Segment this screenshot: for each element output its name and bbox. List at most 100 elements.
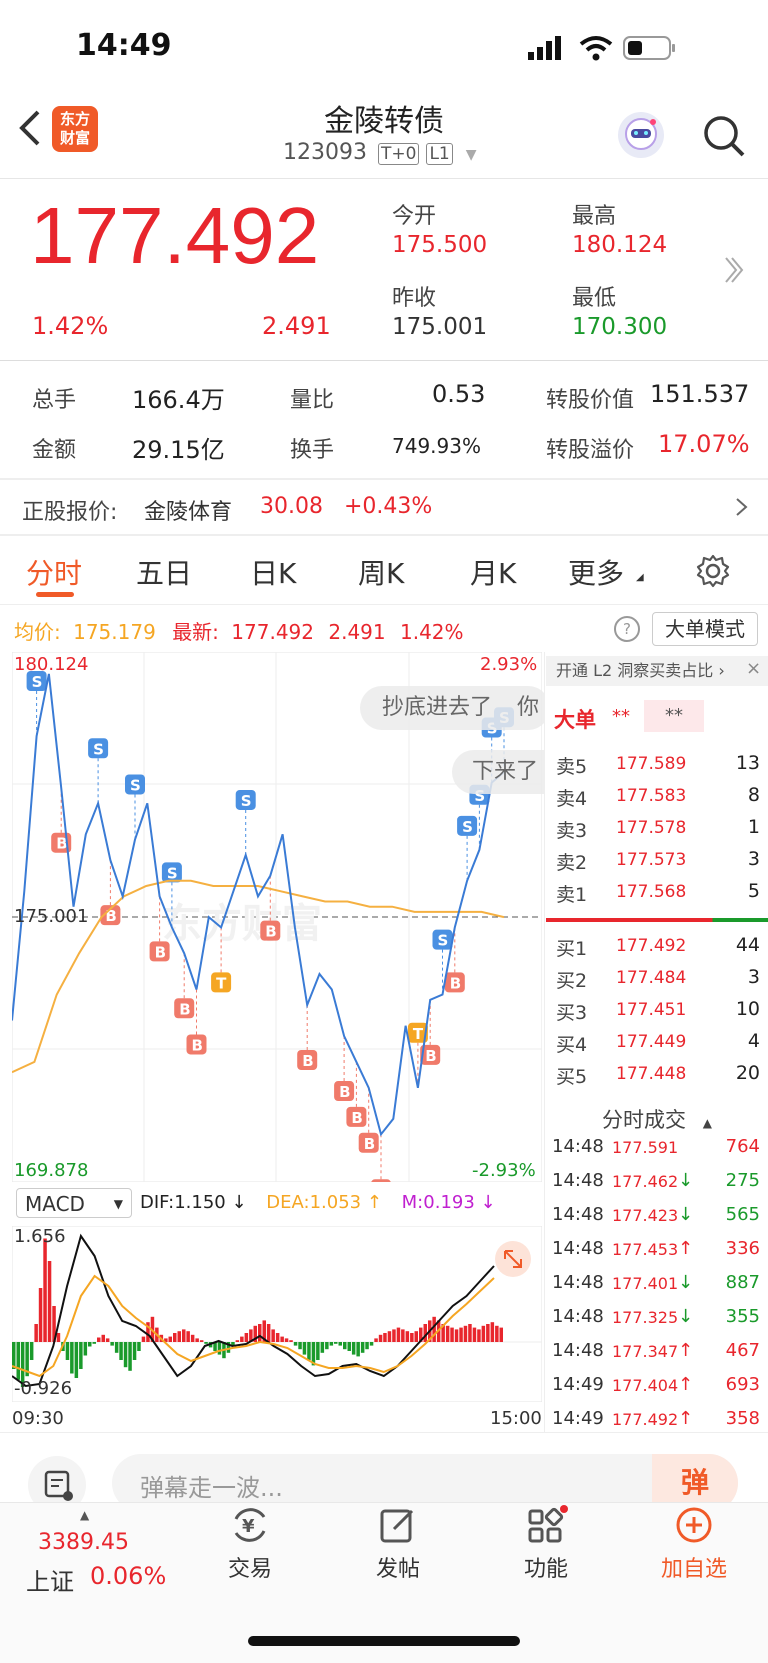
settings-gear-icon[interactable] [696, 554, 730, 592]
trade-volume: 565 [725, 1204, 760, 1225]
latest-pct: 1.42% [400, 620, 464, 644]
macd-label: MACD [25, 1192, 85, 1216]
low-value: 170.300 [572, 314, 668, 340]
macd-bar [173, 1333, 177, 1342]
macd-bar [307, 1342, 311, 1360]
macd-bar [217, 1342, 222, 1355]
macd-bar [396, 1327, 401, 1342]
marker-letter: B [351, 1109, 362, 1127]
trade-price: 177.453 [612, 1240, 679, 1259]
nav-trade-label: 交易 [227, 1557, 272, 1582]
marker-letter: T [216, 974, 227, 992]
search-icon[interactable] [702, 114, 746, 162]
expand-chevron-icon[interactable] [722, 252, 746, 292]
macd-bar [334, 1342, 338, 1344]
m-value: 0.193 [423, 1192, 475, 1213]
tab-more[interactable]: 更多 [568, 552, 624, 592]
ask-volume: 8 [747, 784, 760, 806]
high-value: 180.124 [572, 232, 668, 258]
tab-intraday[interactable]: 分时 [26, 552, 82, 592]
index-pct: 0.06% [90, 1562, 167, 1590]
index-name: 上证 [26, 1568, 74, 1596]
security-code-row[interactable]: 123093 T+0 L1 ▼ [283, 140, 477, 165]
l2-banner-text: 开通 L2 洞察买卖占比 [556, 661, 714, 680]
battery-icon [622, 34, 678, 66]
macd-bar [186, 1331, 190, 1342]
trade-time: 14:48 [552, 1136, 604, 1157]
macd-bar [298, 1342, 302, 1350]
underlying-change: +0.43% [344, 494, 433, 519]
macd-bar [343, 1342, 347, 1350]
big-order-mode-button[interactable]: 大单模式 [652, 612, 758, 646]
avg-label: 均价: [14, 620, 61, 644]
macd-bar [74, 1342, 79, 1378]
underlying-stock-row[interactable]: 正股报价: 金陵体育 30.08 +0.43% [0, 480, 768, 534]
tab-five-day[interactable]: 五日 [136, 552, 192, 592]
macd-bar [374, 1338, 378, 1342]
robot-assistant-icon[interactable] [618, 112, 664, 158]
volume-value: 166.4万 [132, 386, 225, 414]
nav-function[interactable]: 功能 [486, 1505, 606, 1583]
tab-daily-k[interactable]: 日K [250, 552, 296, 592]
marker-letter: S [167, 864, 178, 882]
macd-bar [360, 1342, 365, 1353]
trade-row: 14:49 177.404 ↑ 693 [552, 1374, 764, 1408]
tab-weekly-k[interactable]: 周K [358, 552, 404, 592]
tab-monthly-k[interactable]: 月K [470, 552, 516, 592]
bid-volume: 3 [747, 966, 760, 988]
index-value: 3389.45 [38, 1530, 129, 1555]
trade-volume: 336 [725, 1238, 760, 1259]
index-ticker[interactable]: ▲ 3389.45 上证 0.06% [20, 1508, 170, 1596]
bid-row: 买5 177.448 20 [552, 1062, 764, 1094]
trade-time: 14:48 [552, 1306, 604, 1327]
macd-bar [320, 1342, 325, 1353]
macd-bar [392, 1329, 396, 1342]
ask-price: 177.573 [616, 850, 687, 870]
conversion-premium-value: 17.07% [658, 430, 750, 458]
macd-bar [356, 1342, 360, 1357]
big-order-val2: ** [644, 700, 704, 732]
trade-volume: 693 [725, 1374, 760, 1395]
trade-row: 14:49 177.492 ↑ 358 [552, 1408, 764, 1442]
help-icon[interactable]: ? [614, 616, 640, 642]
trade-row: 14:48 177.453 ↑ 336 [552, 1238, 764, 1272]
macd-bar [56, 1333, 61, 1342]
trade-time: 14:49 [552, 1374, 604, 1395]
nav-trade[interactable]: ¥ 交易 [190, 1505, 310, 1583]
macd-bar [468, 1324, 472, 1342]
macd-bar [414, 1331, 418, 1342]
macd-bar [289, 1340, 293, 1342]
avg-value: 175.179 [73, 620, 156, 644]
banner-close-icon[interactable]: × [746, 658, 761, 679]
latest-label: 最新: [172, 620, 219, 644]
open-value: 175.500 [392, 232, 488, 258]
ask-volume: 3 [747, 848, 760, 870]
macd-bar [329, 1342, 334, 1346]
turnover-value: 749.93% [392, 434, 481, 458]
marker-letter: S [241, 792, 252, 810]
macd-bar [240, 1336, 244, 1342]
macd-bar [387, 1331, 392, 1342]
nav-add-watchlist[interactable]: 加自选 [634, 1505, 754, 1583]
macd-bar [12, 1342, 16, 1369]
change-percent: 1.42% [32, 312, 109, 340]
macd-bar [38, 1288, 43, 1342]
macd-bar [463, 1325, 468, 1342]
macd-bar [271, 1329, 275, 1342]
intraday-chart[interactable]: 东方财富 SBSBSBSBBTSBBBBBBTBSBSSSS [11, 651, 543, 1200]
ask-row: 卖4 177.583 8 [552, 784, 764, 816]
macd-bar [128, 1342, 132, 1371]
marker-letter: B [450, 974, 461, 992]
ask-volume: 13 [735, 752, 760, 774]
home-indicator [248, 1636, 520, 1646]
nav-post[interactable]: 发帖 [338, 1505, 458, 1583]
macd-bar [490, 1322, 495, 1342]
marker-letter: S [130, 776, 141, 794]
l2-banner[interactable]: 开通 L2 洞察买卖占比 › [546, 656, 768, 686]
macd-bar [177, 1331, 181, 1342]
trades-title[interactable]: 分时成交 ▲ [546, 1104, 768, 1134]
trade-row: 14:48 177.325 ↓ 355 [552, 1306, 764, 1340]
macd-selector[interactable]: MACD ▼ [16, 1188, 132, 1218]
macd-dropdown-icon: ▼ [113, 1197, 123, 1211]
macd-bar [204, 1342, 208, 1344]
